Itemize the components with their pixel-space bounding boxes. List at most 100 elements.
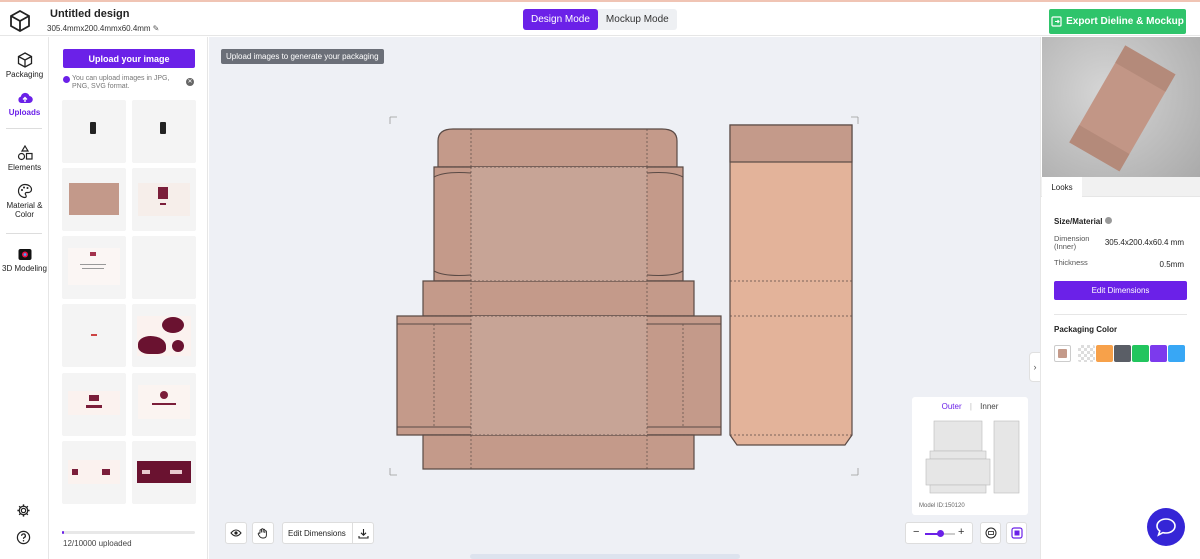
uploaded-image-thumb[interactable] xyxy=(132,168,196,231)
nav-material-color[interactable]: Material & Color xyxy=(0,183,49,219)
toolbar-divider xyxy=(352,523,353,543)
color-swatch-kraft[interactable] xyxy=(1054,345,1071,362)
uploaded-image-thumb[interactable] xyxy=(62,236,126,299)
shapes-icon xyxy=(17,145,33,161)
export-label: Export Dieline & Mockup xyxy=(1066,16,1184,27)
uploaded-image-thumb[interactable] xyxy=(62,100,126,163)
header: Untitled design 305.4mmx200.4mmx60.4mm ✎ … xyxy=(0,2,1200,36)
zoom-in-button[interactable]: + xyxy=(958,526,964,538)
uploaded-image-thumb[interactable] xyxy=(132,304,196,367)
edit-icon[interactable]: ✎ xyxy=(153,24,160,33)
thickness-label: Thickness xyxy=(1054,258,1088,267)
color-swatch-gray[interactable] xyxy=(1114,345,1131,362)
nav-uploads-label: Uploads xyxy=(8,108,41,117)
size-material-heading: Size/Material xyxy=(1054,217,1112,226)
zoom-out-button[interactable]: − xyxy=(913,526,919,538)
camera-icon xyxy=(18,249,31,260)
info-icon xyxy=(63,76,70,83)
cube-icon xyxy=(17,52,32,68)
upload-progress xyxy=(62,531,195,534)
tab-looks[interactable]: Looks xyxy=(1042,177,1082,197)
nav-elements-label: Elements xyxy=(7,163,42,172)
design-title[interactable]: Untitled design xyxy=(50,8,129,20)
dimensions-text: 305.4mmx200.4mmx60.4mm xyxy=(47,24,151,33)
model-id: Model ID:150120 xyxy=(919,503,965,509)
bottom-scroll-indicator[interactable] xyxy=(470,554,740,559)
color-swatch-purple[interactable] xyxy=(1150,345,1167,362)
tab-inner[interactable]: Inner xyxy=(980,402,998,411)
nav-3d-modeling-label: 3D Modeling xyxy=(2,264,47,273)
mockup-mode-tab[interactable]: Mockup Mode xyxy=(598,9,677,30)
settings-icon[interactable] xyxy=(16,503,31,518)
uploaded-image-thumb[interactable] xyxy=(132,373,196,436)
nav-3d-modeling[interactable]: 3D Modeling xyxy=(0,246,49,273)
design-mode-tab[interactable]: Design Mode xyxy=(523,9,598,30)
divider xyxy=(1054,314,1187,315)
color-swatch-green[interactable] xyxy=(1132,345,1149,362)
zoom-control: − + xyxy=(905,522,973,544)
color-swatch-blue[interactable] xyxy=(1168,345,1185,362)
tab-outer[interactable]: Outer xyxy=(942,402,962,411)
hand-icon xyxy=(257,528,267,539)
tab-divider: | xyxy=(969,402,972,411)
export-button[interactable]: Export Dieline & Mockup xyxy=(1049,9,1186,34)
edit-dimensions-button[interactable]: Edit Dimensions xyxy=(1054,281,1187,300)
preview-toggle-button[interactable] xyxy=(225,522,247,544)
uploaded-image-thumb[interactable] xyxy=(62,441,126,504)
nav-packaging[interactable]: Packaging xyxy=(0,52,49,79)
dimension-label: Dimension (Inner) xyxy=(1054,234,1090,251)
chat-button[interactable] xyxy=(1147,508,1185,546)
uploaded-image-thumb[interactable] xyxy=(132,100,196,163)
upload-hint: You can upload images in JPG, PNG, SVG f… xyxy=(63,75,175,91)
edit-dimensions-toolbar: Edit Dimensions xyxy=(282,522,374,544)
upload-progress-fill xyxy=(62,531,64,534)
panel-tabs: Looks xyxy=(1041,177,1200,197)
outer-inner-tabs: Outer | Inner xyxy=(912,402,1028,411)
upload-count: 12/10000 uploaded xyxy=(63,539,132,548)
upload-image-button[interactable]: Upload your image xyxy=(63,49,195,68)
select-area-button[interactable] xyxy=(1006,522,1027,544)
color-swatch-transparent[interactable] xyxy=(1078,345,1095,362)
box-3d-preview xyxy=(1069,45,1176,172)
packaging-color-label: Packaging Color xyxy=(1054,325,1118,334)
nav-elements[interactable]: Elements xyxy=(0,145,49,172)
fit-view-button[interactable] xyxy=(980,522,1001,544)
thickness-value: 0.5mm xyxy=(1159,260,1184,269)
color-swatch-orange[interactable] xyxy=(1096,345,1113,362)
help-icon[interactable] xyxy=(16,530,31,545)
outer-inner-preview: Outer | Inner Model ID:150120 xyxy=(912,397,1028,515)
properties-panel: Looks Size/Material Dimension (Inner) 30… xyxy=(1040,37,1200,559)
uploaded-image-thumb[interactable] xyxy=(132,441,196,504)
app-logo-icon[interactable] xyxy=(10,10,30,32)
uploaded-image-thumb[interactable] xyxy=(62,373,126,436)
mini-dieline xyxy=(925,420,1020,494)
dismiss-hint-icon[interactable]: ✕ xyxy=(186,78,194,86)
upload-hint-text: You can upload images in JPG, PNG, SVG f… xyxy=(72,75,170,90)
info-icon[interactable] xyxy=(1104,217,1112,224)
nav-divider xyxy=(6,233,42,234)
uploads-panel: Upload your image You can upload images … xyxy=(50,37,208,559)
dimension-value: 305.4x200.4x60.4 mm xyxy=(1104,238,1184,247)
upload-icon xyxy=(17,92,33,104)
uploaded-image-thumb[interactable] xyxy=(132,236,196,299)
mode-switcher: Design Mode Mockup Mode xyxy=(523,9,677,30)
select-area-icon xyxy=(1010,527,1023,539)
nav-packaging-label: Packaging xyxy=(5,70,44,79)
edit-dimensions-toolbar-button[interactable]: Edit Dimensions xyxy=(288,529,346,538)
3d-preview[interactable] xyxy=(1042,37,1200,177)
design-canvas[interactable]: Upload images to generate your packaging xyxy=(209,37,1040,559)
uploaded-image-thumb[interactable] xyxy=(62,168,126,231)
uploaded-image-thumb[interactable] xyxy=(62,304,126,367)
palette-icon xyxy=(17,183,32,199)
nav-material-color-label: Material & Color xyxy=(6,201,43,219)
nav-uploads[interactable]: Uploads xyxy=(0,90,49,117)
fit-view-icon xyxy=(985,527,996,539)
nav-divider xyxy=(6,128,42,129)
download-icon[interactable] xyxy=(358,528,369,539)
pan-tool-button[interactable] xyxy=(252,522,274,544)
zoom-slider-knob[interactable] xyxy=(937,530,944,537)
chat-bubble-icon xyxy=(1156,518,1176,537)
size-material-label: Size/Material xyxy=(1054,217,1103,226)
design-dimensions: 305.4mmx200.4mmx60.4mm ✎ xyxy=(47,24,159,33)
dieline-side-panel xyxy=(729,124,853,446)
